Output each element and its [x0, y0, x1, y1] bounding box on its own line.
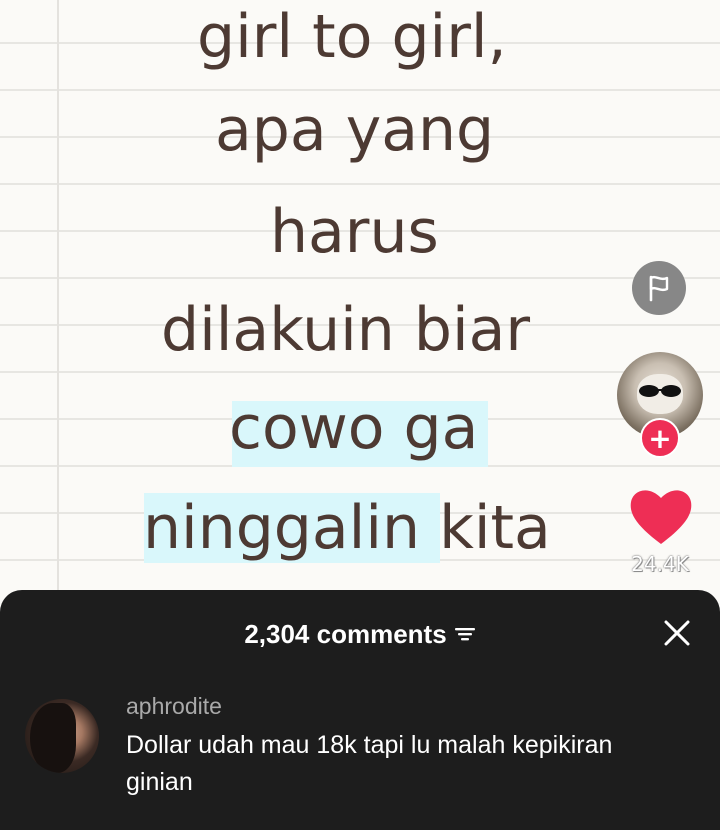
filter-icon[interactable]	[454, 625, 476, 643]
caption-line-6: ninggalin kita	[143, 493, 551, 563]
sunglasses-icon	[639, 385, 681, 397]
caption-line-3: harus	[270, 197, 439, 267]
comments-header: 2,304 comments	[0, 612, 720, 656]
comment-username[interactable]: aphrodite	[126, 693, 222, 720]
comment-text: Dollar udah mau 18k tapi lu malah kepiki…	[126, 731, 613, 796]
video-caption: girl to girl, apa yang harus dilakuin bi…	[0, 0, 720, 600]
flag-icon	[649, 275, 669, 302]
caption-line-1: girl to girl,	[197, 2, 507, 72]
comments-count: 2,304 comments	[244, 618, 447, 649]
report-button[interactable]	[632, 261, 686, 315]
caption-line-2: apa yang	[215, 95, 495, 165]
heart-icon[interactable]	[627, 486, 695, 548]
follow-button[interactable]: +	[640, 418, 680, 458]
avatar[interactable]	[25, 699, 99, 773]
caption-line-4: dilakuin biar	[161, 295, 531, 365]
avatar-hair	[30, 703, 76, 773]
like-count: 24.4K	[631, 552, 689, 576]
close-icon[interactable]	[660, 616, 694, 650]
video-area[interactable]: girl to girl, apa yang harus dilakuin bi…	[0, 0, 720, 600]
caption-line-5: cowo ga	[229, 393, 479, 463]
